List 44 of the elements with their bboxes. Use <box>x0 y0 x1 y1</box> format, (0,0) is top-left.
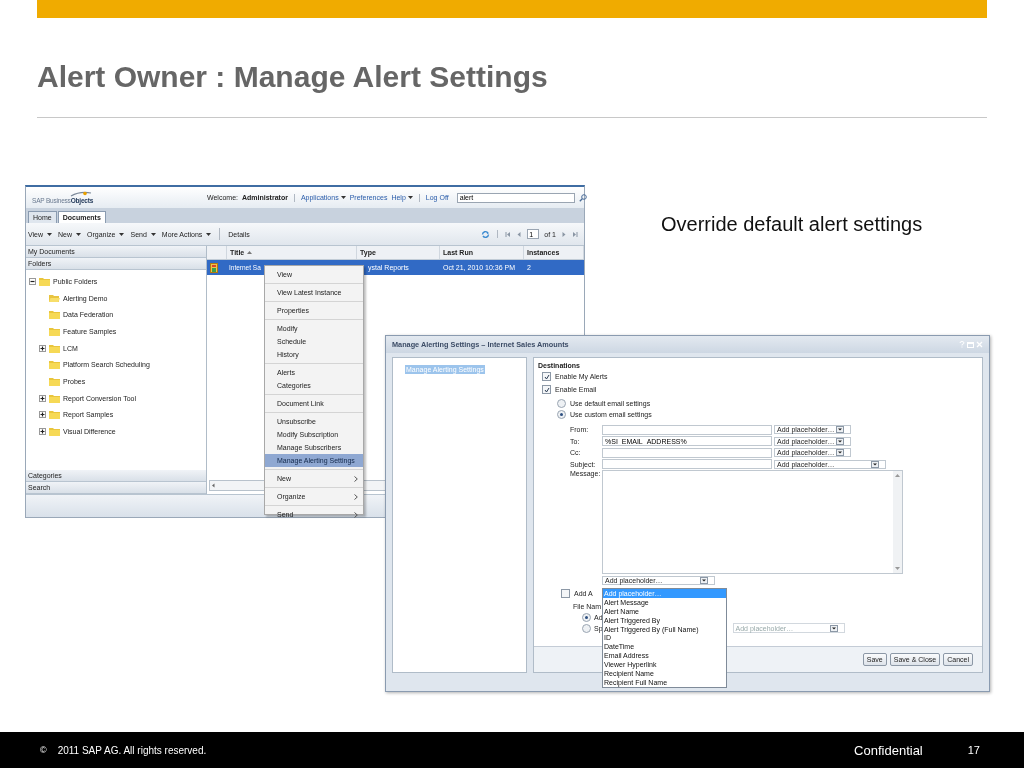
dropdown-arrow-icon <box>836 437 844 445</box>
radio-button[interactable] <box>582 623 591 633</box>
maximize-icon[interactable] <box>967 341 974 348</box>
checkbox[interactable] <box>561 588 570 598</box>
expand-icon[interactable] <box>39 344 46 352</box>
copyright-symbol: © <box>40 745 47 755</box>
copyright-text: 2011 SAP AG. All rights reserved. <box>57 744 207 756</box>
confidential-label: Confidential <box>854 742 923 758</box>
radio-button[interactable] <box>582 612 591 622</box>
radio-button[interactable] <box>557 399 566 408</box>
slide-caption: Override default alert settings <box>661 213 923 236</box>
page-number: 17 <box>967 744 980 756</box>
last-page-icon[interactable] <box>572 230 578 238</box>
expand-icon[interactable] <box>39 411 46 419</box>
dropdown-arrow-icon <box>871 460 879 468</box>
dropdown-arrow-icon <box>836 449 844 457</box>
previous-page-icon[interactable] <box>516 230 523 238</box>
radio-button[interactable] <box>557 410 566 419</box>
dropdown-arrow-icon <box>829 624 838 632</box>
scroll-up-icon[interactable] <box>895 474 900 477</box>
logo-swoosh-icon <box>70 191 92 197</box>
close-icon[interactable] <box>976 341 983 348</box>
collapse-icon[interactable] <box>29 277 36 285</box>
expand-icon[interactable] <box>39 394 46 402</box>
help-icon[interactable] <box>959 341 965 348</box>
expand-icon[interactable] <box>39 428 46 436</box>
text-field[interactable] <box>602 424 772 435</box>
checkbox[interactable] <box>542 372 551 381</box>
tick-icon <box>543 373 550 380</box>
tick-icon <box>543 386 550 393</box>
message-field[interactable] <box>602 470 903 574</box>
first-page-icon[interactable] <box>505 230 512 238</box>
dropdown-arrow-icon <box>700 576 708 584</box>
search-icon[interactable] <box>578 193 587 202</box>
report-icon <box>210 262 218 273</box>
dropdown-arrow-icon <box>836 426 844 434</box>
slide-title: Alert Owner : Manage Alert Settings <box>37 59 548 95</box>
checkbox[interactable] <box>542 385 551 394</box>
scroll-down-icon[interactable] <box>895 567 900 570</box>
text-field[interactable] <box>602 459 772 470</box>
scroll-left-icon[interactable] <box>210 482 217 489</box>
next-page-icon[interactable] <box>561 230 567 238</box>
text-field[interactable] <box>602 447 772 458</box>
refresh-icon[interactable] <box>481 229 491 239</box>
